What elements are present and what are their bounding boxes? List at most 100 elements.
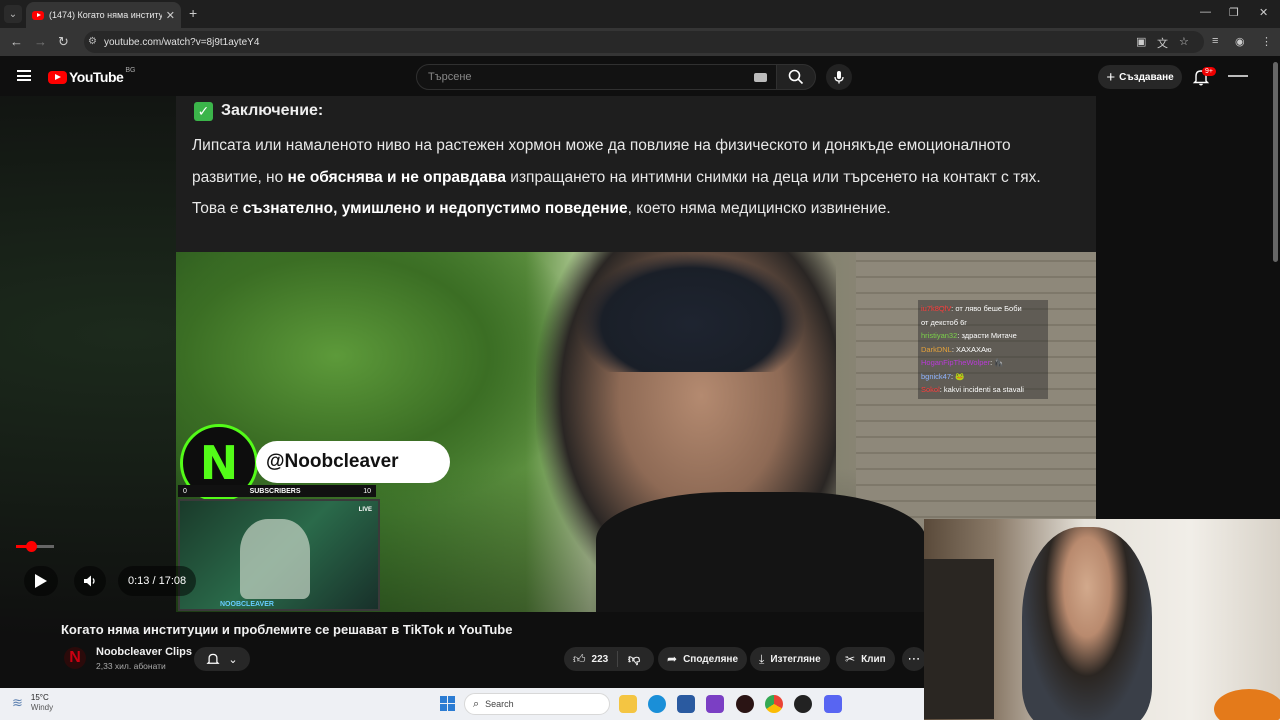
- voice-search-button[interactable]: [826, 64, 852, 90]
- chat-text: : kakvi incidenti sa stavali: [939, 385, 1024, 394]
- address-bar-row: ← → ↻ ⚙ youtube.com/watch?v=8j9t1ayteY4 …: [0, 28, 1280, 56]
- chat-text: : ХАХАХАю: [951, 344, 992, 354]
- chat-message: от декстоб 6г: [921, 316, 1045, 330]
- chat-text: : 🐸: [951, 371, 965, 381]
- hair: [576, 252, 806, 372]
- search-input[interactable]: Търсене: [416, 64, 778, 90]
- channel-name[interactable]: Noobcleaver Clips: [96, 646, 192, 658]
- volume-button[interactable]: [74, 566, 106, 596]
- youtube-logo[interactable]: YouTube BG: [48, 66, 136, 85]
- search-placeholder: Търсене: [428, 71, 472, 83]
- chat-text: : от ляво беше Боби: [951, 304, 1022, 313]
- file-explorer-icon[interactable]: [619, 695, 637, 713]
- dislike-button[interactable]: 👎︎: [618, 652, 640, 667]
- conclusion-bold-1: не обяснява и не оправдава: [287, 168, 506, 186]
- volume-icon: [84, 575, 95, 587]
- url-field[interactable]: ⚙ youtube.com/watch?v=8j9t1ayteY4: [84, 31, 1204, 53]
- app-icon-black[interactable]: [794, 695, 812, 713]
- chrome-icon[interactable]: [765, 695, 783, 713]
- live-indicator: LIVE: [358, 507, 372, 513]
- chat-message: HoganFipTheWolper: 🦍: [921, 356, 1045, 370]
- menu-hamburger-icon[interactable]: [17, 70, 31, 81]
- country-code: BG: [125, 66, 136, 74]
- clip-label: Клип: [861, 653, 886, 665]
- weather-temp: 15°C: [30, 693, 49, 702]
- microphone-icon: [834, 71, 844, 84]
- weather-widget[interactable]: ≋ 15°C Windy: [12, 693, 53, 713]
- window-close-icon[interactable]: ✕: [1259, 6, 1268, 19]
- youtube-masthead: YouTube BG Търсене + Създаване 9+: [0, 56, 1272, 96]
- share-arrow-icon: ➦: [667, 652, 678, 666]
- bookmark-star-icon[interactable]: ☆: [1179, 35, 1189, 48]
- create-label: Създаване: [1119, 71, 1174, 83]
- video-title: Когато няма институции и проблемите се р…: [61, 622, 513, 637]
- store-icon[interactable]: [677, 695, 695, 713]
- media-icon[interactable]: ≡: [1212, 35, 1218, 47]
- notifications-badge: 9+: [1202, 67, 1216, 76]
- chat-username: hristiyan32: [921, 331, 958, 340]
- progress-bar[interactable]: [16, 541, 54, 552]
- restore-icon[interactable]: ❐: [1229, 6, 1239, 19]
- discord-icon[interactable]: [824, 695, 842, 713]
- forward-icon[interactable]: →: [34, 34, 47, 49]
- minimize-icon[interactable]: —: [1200, 6, 1211, 18]
- account-avatar[interactable]: [1228, 68, 1248, 84]
- taskbar-search-label: Search: [485, 699, 514, 709]
- install-icon[interactable]: ▣: [1136, 35, 1146, 48]
- download-button[interactable]: ⤓ Изтегляне: [750, 647, 830, 671]
- back-icon[interactable]: ←: [10, 34, 23, 49]
- streamer-webcam-overlay: LIVE NOOBCLEAVER: [178, 499, 380, 611]
- black-shirt: [596, 492, 926, 612]
- share-button[interactable]: ➦ Споделяне: [658, 647, 747, 671]
- keyboard-icon[interactable]: [754, 73, 767, 82]
- conclusion-body: Липсата или намаленото ниво на растежен …: [192, 130, 1072, 225]
- like-button[interactable]: 👍︎ 223: [564, 651, 618, 667]
- conclusion-title: Заключение:: [221, 102, 324, 119]
- orange-object: [1214, 689, 1280, 720]
- scrubber-knob[interactable]: [26, 541, 37, 552]
- tab-search-icon[interactable]: ⌄: [4, 5, 22, 23]
- profile-icon[interactable]: ◉: [1235, 35, 1245, 48]
- chat-text: от декстоб 6г: [921, 317, 967, 327]
- download-label: Изтегляне: [770, 653, 821, 665]
- site-info-icon[interactable]: ⚙: [88, 36, 97, 47]
- tab-close-icon[interactable]: ✕: [166, 9, 175, 22]
- subscribed-bell-button[interactable]: ⌄: [194, 647, 250, 671]
- browser-tab[interactable]: (1474) Когато няма институции и ✕: [26, 2, 181, 28]
- search-button[interactable]: [776, 64, 816, 90]
- reload-icon[interactable]: ↻: [58, 34, 69, 50]
- taskbar-search[interactable]: ⌕ Search: [464, 693, 610, 715]
- edge-icon[interactable]: [648, 695, 666, 713]
- clip-button[interactable]: ✂ Клип: [836, 647, 895, 671]
- streamer-handle: @Noobcleaver: [256, 441, 450, 483]
- sub-goal-end: 10: [363, 487, 371, 495]
- youtube-play-icon: [48, 70, 67, 84]
- channel-avatar[interactable]: N: [64, 647, 86, 669]
- chat-message: DarkDNL: ХАХАХАю: [921, 343, 1045, 357]
- chevron-down-icon: ⌄: [228, 653, 238, 666]
- app-icon-dark[interactable]: [736, 695, 754, 713]
- chat-message: hristiyan32: здрасти Митаче: [921, 329, 1045, 343]
- url-text: youtube.com/watch?v=8j9t1ayteY4: [104, 36, 260, 48]
- scrollbar-thumb[interactable]: [1273, 62, 1278, 262]
- chat-username: HoganFipTheWolper: [921, 358, 991, 367]
- chat-username: DarkDNL: [921, 344, 952, 354]
- chair-frame: [924, 559, 994, 719]
- video-text-panel: ✓ Заключение: Липсата или намаленото нив…: [176, 96, 1096, 252]
- chat-message: iu7k8QlV: от ляво беше Боби: [921, 302, 1045, 316]
- more-actions-icon[interactable]: ⋯: [902, 647, 926, 671]
- search-icon: [788, 69, 804, 85]
- webcam-name: NOOBCLEAVER: [220, 601, 274, 608]
- windows-start-icon[interactable]: [440, 696, 456, 712]
- browser-menu-icon[interactable]: ⋮: [1261, 35, 1272, 48]
- app-icon-purple[interactable]: [706, 695, 724, 713]
- subscriber-goal-bar: 0 SUBSCRIBERS 10: [178, 485, 376, 497]
- play-button[interactable]: [24, 566, 58, 596]
- chat-username: iu7k8QlV: [921, 304, 952, 313]
- chat-username: bgnick47: [921, 371, 952, 381]
- translate-icon[interactable]: 文: [1157, 35, 1168, 51]
- scissors-icon: ✂: [845, 652, 856, 666]
- download-icon: ⤓: [759, 651, 765, 666]
- create-button[interactable]: + Създаване: [1098, 65, 1182, 89]
- new-tab-icon[interactable]: +: [189, 5, 197, 21]
